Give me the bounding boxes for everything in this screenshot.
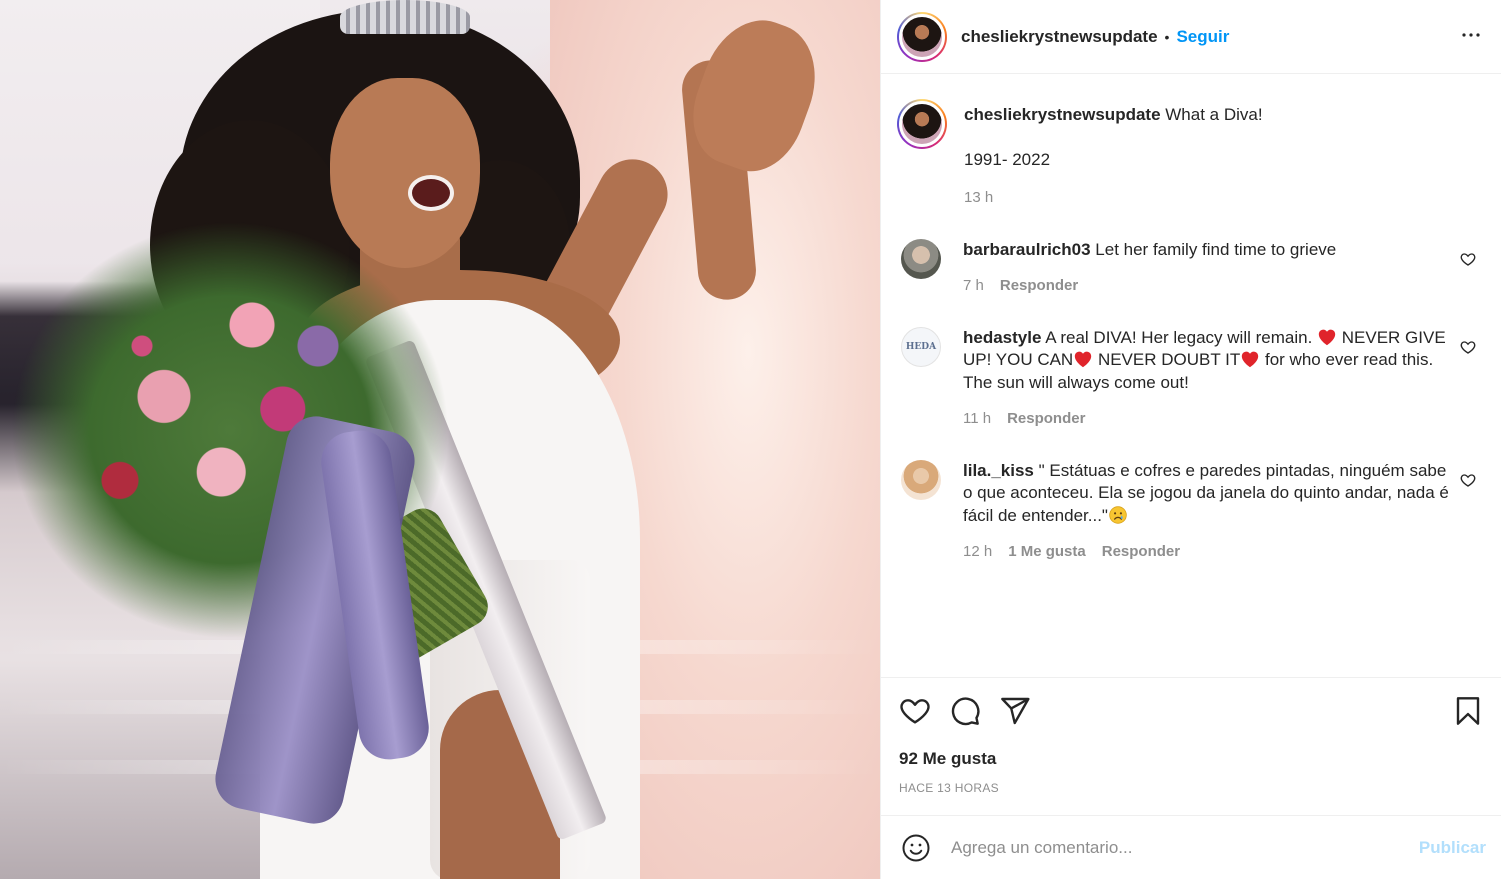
bookmark-icon[interactable] — [1452, 695, 1484, 727]
comment-input[interactable] — [951, 837, 1419, 858]
stage-light-stripe — [0, 760, 880, 774]
photo-forearm — [679, 57, 759, 303]
comment-username[interactable]: barbaraulrich03 — [963, 240, 1091, 259]
comment-item: HEDA hedastyle A real DIVA! Her legacy w… — [897, 326, 1484, 431]
reply-button[interactable]: Responder — [1007, 408, 1085, 431]
share-icon[interactable] — [999, 695, 1031, 727]
commenter-avatar[interactable]: HEDA — [901, 326, 941, 367]
commenter-avatar[interactable] — [901, 238, 941, 279]
stage-light-stripe — [0, 640, 880, 654]
sad-emoji-icon — [1108, 505, 1128, 525]
commenter-avatar[interactable] — [901, 459, 941, 500]
post-header: chesliekrystnewsupdate • Seguir — [881, 0, 1501, 74]
photo-background-left — [0, 0, 320, 879]
photo-ribbon — [317, 426, 433, 764]
comment-text: Let her family find time to grieve — [1095, 239, 1337, 259]
photo-dress-shade — [430, 560, 590, 879]
photo-hair — [430, 160, 570, 330]
heart-emoji-icon — [1240, 350, 1260, 368]
photo-bouquet — [10, 220, 450, 640]
photo-hair — [180, 10, 580, 350]
photo-waving-hand — [677, 5, 833, 185]
comment-text: NEVER DOUBT IT — [1093, 350, 1241, 369]
follow-button[interactable]: Seguir — [1176, 27, 1229, 47]
caption-text: What a Diva! — [1165, 105, 1263, 124]
likes-count[interactable]: 92 Me gusta — [899, 749, 1484, 769]
comment-time[interactable]: 11 h — [963, 408, 991, 431]
comment-like-heart-icon[interactable] — [1460, 472, 1476, 488]
photo-white-dress — [260, 300, 640, 879]
post-caption: chesliekrystnewsupdate What a Diva! 1991… — [897, 99, 1484, 210]
photo-crown — [340, 0, 470, 34]
reply-button[interactable]: Responder — [1102, 541, 1180, 564]
stage-light-stripe — [0, 700, 880, 714]
caption-username[interactable]: chesliekrystnewsupdate — [964, 105, 1161, 124]
heart-icon[interactable] — [899, 695, 931, 727]
photo-hair — [150, 120, 350, 370]
comment-username[interactable]: hedastyle — [963, 328, 1041, 347]
comment-like-heart-icon[interactable] — [1460, 339, 1476, 355]
comments-list[interactable]: chesliekrystnewsupdate What a Diva! 1991… — [881, 75, 1501, 677]
photo-background-right — [550, 0, 880, 879]
comment-likes-button[interactable]: 1 Me gusta — [1008, 541, 1086, 564]
reply-button[interactable]: Responder — [1000, 275, 1078, 298]
author-username[interactable]: chesliekrystnewsupdate — [961, 27, 1158, 47]
caption-author-avatar[interactable] — [897, 99, 947, 149]
photo-neck — [360, 230, 460, 320]
photo-leg — [440, 690, 560, 879]
commenter-avatar-text: HEDA — [905, 341, 937, 352]
add-comment-form: Publicar — [881, 815, 1501, 879]
publish-button[interactable]: Publicar — [1419, 838, 1486, 858]
comment-item: barbaraulrich03 Let her family find time… — [897, 238, 1484, 298]
caption-time[interactable]: 13 h — [964, 187, 993, 210]
emoji-icon[interactable] — [901, 833, 931, 863]
author-avatar[interactable] — [897, 11, 947, 62]
comment-username[interactable]: lila._kiss — [963, 461, 1034, 480]
photo-shoulder — [300, 270, 620, 410]
separator-dot: • — [1164, 28, 1170, 45]
post-side-panel: chesliekrystnewsupdate • Seguir chesliek… — [880, 0, 1501, 879]
post-time[interactable]: HACE 13 HORAS — [899, 781, 1484, 795]
heart-emoji-icon — [1317, 328, 1337, 346]
comment-like-heart-icon[interactable] — [1460, 251, 1476, 267]
comment-item: lila._kiss " Estátuas e cofres e paredes… — [897, 459, 1484, 564]
post-actions: 92 Me gusta HACE 13 HORAS — [881, 677, 1501, 815]
action-icon-row — [899, 694, 1484, 728]
photo-sash — [364, 339, 608, 841]
photo-ribbon — [209, 410, 421, 830]
heart-emoji-icon — [1073, 350, 1093, 368]
photo-smile — [408, 175, 454, 211]
comment-time[interactable]: 12 h — [963, 541, 992, 564]
photo-face — [330, 78, 480, 268]
caption-dates: 1991- 2022 — [964, 149, 1051, 169]
comment-time[interactable]: 7 h — [963, 275, 984, 298]
comment-text: A real DIVA! Her legacy will remain. — [1045, 327, 1318, 347]
more-options-icon[interactable] — [1459, 23, 1483, 51]
photo-arm — [510, 147, 680, 383]
comment-icon[interactable] — [949, 695, 981, 727]
photo-bouquet-stems — [334, 501, 496, 669]
comment-text: " Estátuas e cofres e paredes pintadas, … — [963, 460, 1449, 525]
post-photo[interactable] — [0, 0, 880, 879]
